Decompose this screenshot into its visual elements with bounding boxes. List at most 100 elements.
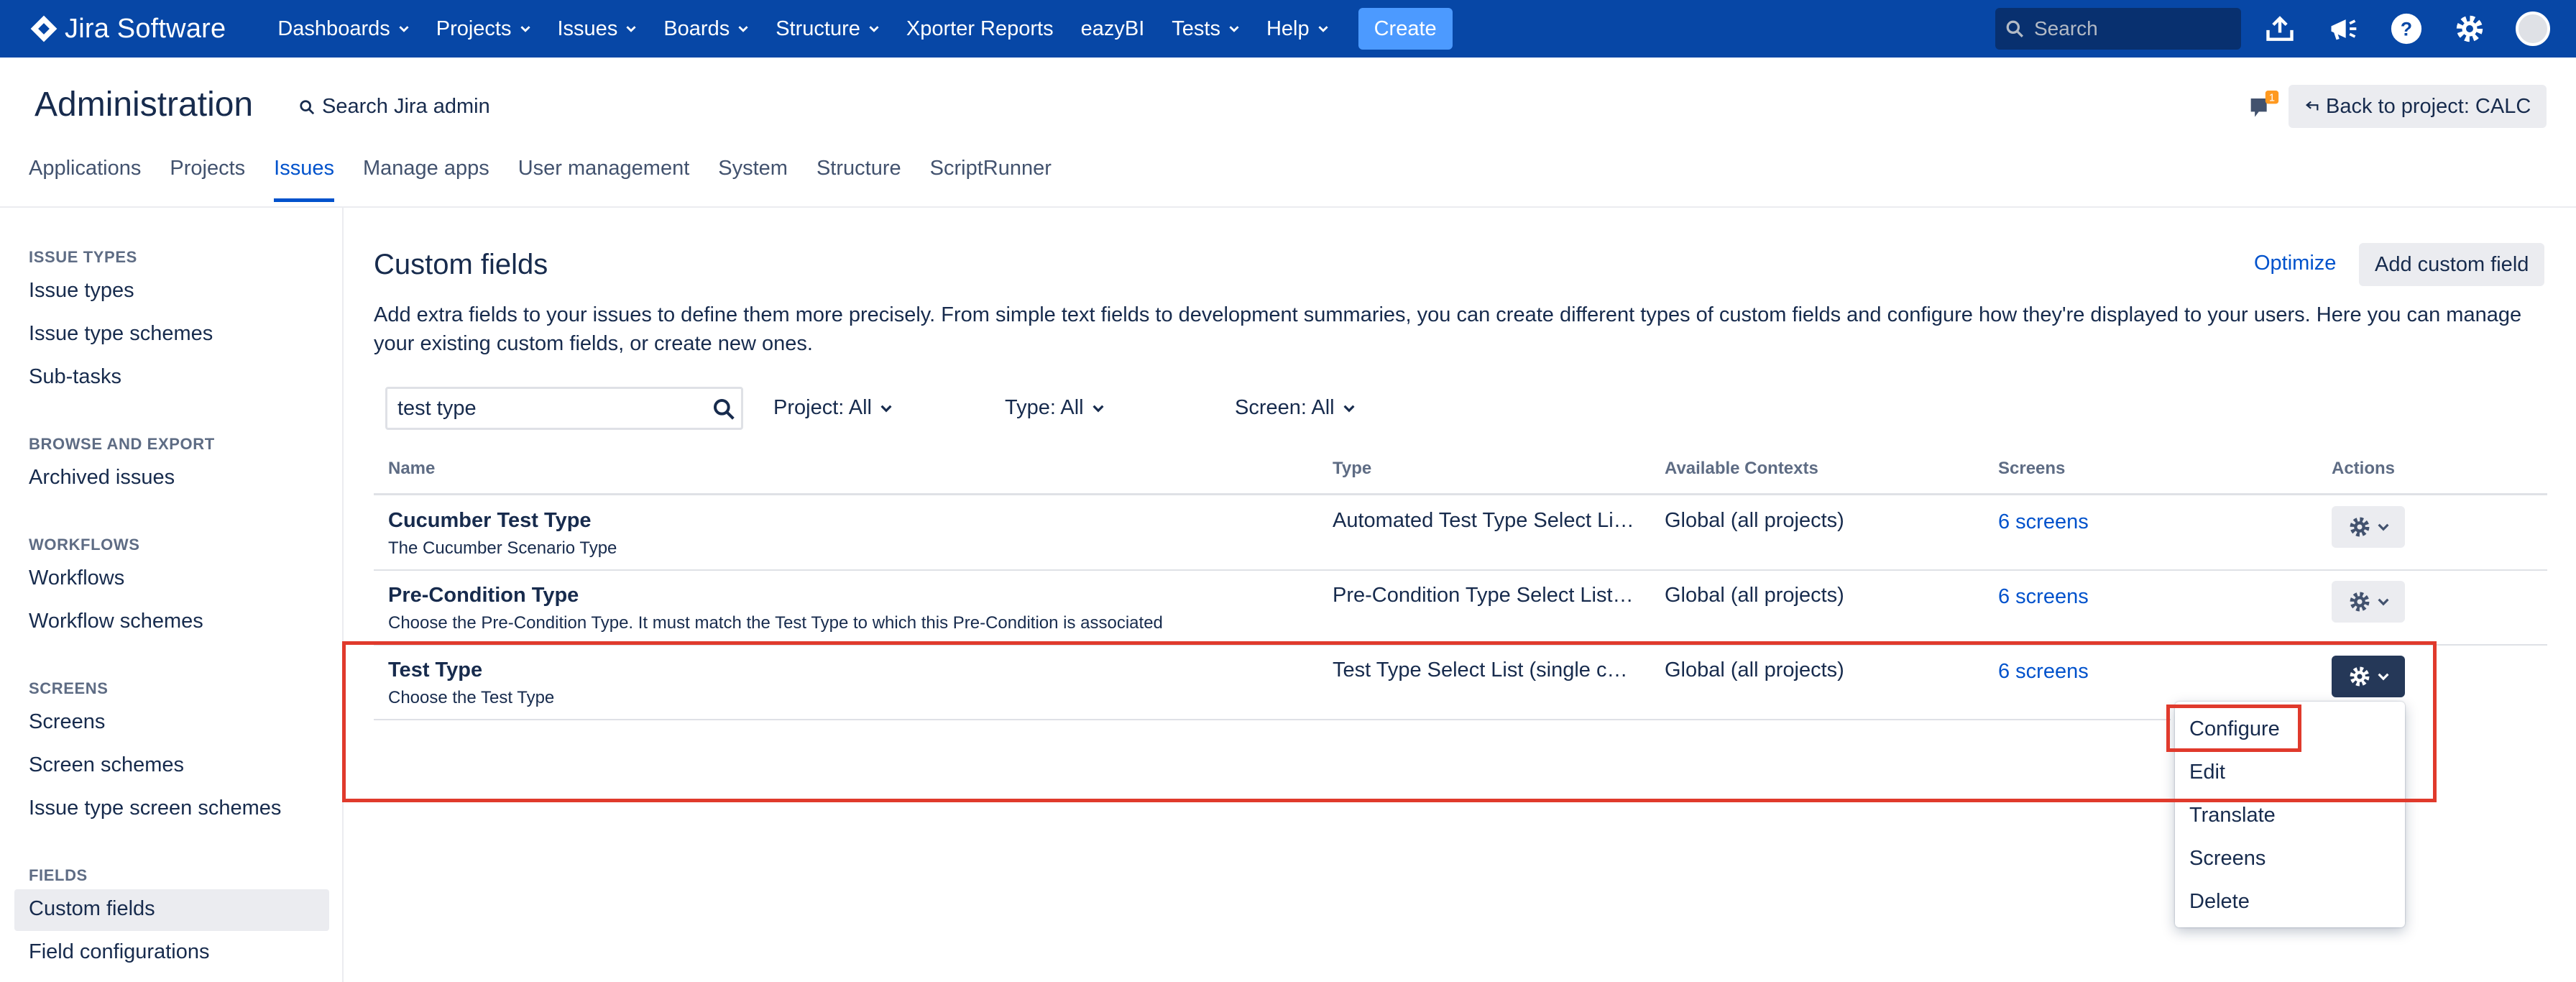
sidebar-item-field-configurations[interactable]: Field configurations	[29, 940, 209, 964]
tab-issues[interactable]: Issues	[274, 157, 334, 207]
search-icon	[2006, 20, 2023, 37]
column-header-actions: Actions	[2332, 459, 2396, 478]
tab-structure[interactable]: Structure	[816, 157, 901, 207]
tab-manage-apps[interactable]: Manage apps	[363, 157, 489, 207]
sidebar-item-sub-tasks[interactable]: Sub-tasks	[29, 365, 121, 389]
nav-structure[interactable]: Structure	[776, 0, 879, 58]
chevron-down-icon	[1092, 405, 1104, 412]
table-row-type: Automated Test Type Select Li…	[1333, 509, 1634, 532]
main-nav: Dashboards Projects Issues Boards Struct…	[277, 0, 1453, 58]
table-row-screens-link[interactable]: 6 screens	[1998, 510, 2089, 534]
table-row-divider	[374, 569, 2547, 571]
notification-icon[interactable]: 1	[2248, 91, 2280, 122]
sidebar-item-issue-type-screen-schemes[interactable]: Issue type screen schemes	[29, 797, 281, 820]
chevron-down-icon	[2378, 523, 2389, 531]
global-search-input[interactable]: Search	[1995, 8, 2241, 50]
nav-label: Issues	[557, 17, 618, 40]
menu-item-translate[interactable]: Translate	[2189, 804, 2276, 827]
nav-eazybi[interactable]: eazyBI	[1081, 0, 1145, 58]
create-button[interactable]: Create	[1358, 8, 1453, 50]
tab-system[interactable]: System	[718, 157, 788, 207]
menu-item-delete[interactable]: Delete	[2189, 890, 2250, 914]
avatar[interactable]	[2516, 12, 2550, 46]
sidebar-item-issue-types[interactable]: Issue types	[29, 279, 134, 303]
nav-label: Dashboards	[277, 17, 390, 40]
field-filter-input[interactable]: test type	[385, 387, 743, 430]
top-navigation-bar: Jira Software Dashboards Projects Issues…	[0, 0, 2576, 58]
gear-icon	[2350, 517, 2370, 537]
tab-projects[interactable]: Projects	[170, 157, 245, 207]
sidebar-item-custom-fields[interactable]: Custom fields	[29, 897, 155, 921]
table-row-name: Cucumber Test Type	[388, 509, 592, 532]
nav-help[interactable]: Help	[1266, 0, 1328, 58]
project-filter-dropdown[interactable]: Project: All	[773, 396, 892, 420]
menu-item-screens[interactable]: Screens	[2189, 847, 2266, 871]
table-header-divider	[374, 493, 2547, 495]
tab-user-management[interactable]: User management	[518, 157, 690, 207]
nav-boards[interactable]: Boards	[663, 0, 748, 58]
row-actions-button[interactable]	[2332, 581, 2405, 623]
nav-projects[interactable]: Projects	[436, 0, 530, 58]
tab-scriptrunner[interactable]: ScriptRunner	[930, 157, 1052, 207]
sidebar-item-archived-issues[interactable]: Archived issues	[29, 466, 175, 490]
nav-xporter-reports[interactable]: Xporter Reports	[906, 0, 1054, 58]
table-row-type: Pre-Condition Type Select List…	[1333, 584, 1634, 607]
nav-label: Projects	[436, 17, 512, 40]
back-to-project-button[interactable]: Back to project: CALC	[2288, 85, 2547, 128]
search-icon[interactable]	[712, 398, 735, 421]
nav-issues[interactable]: Issues	[558, 0, 637, 58]
column-header-name: Name	[388, 459, 436, 478]
back-to-project-label: Back to project: CALC	[2326, 94, 2531, 118]
sidebar-item-workflows[interactable]: Workflows	[29, 566, 124, 590]
chevron-down-icon	[880, 405, 892, 412]
gear-icon[interactable]	[2452, 12, 2487, 46]
type-filter-label: Type: All	[1005, 396, 1084, 419]
page-title: Administration	[34, 86, 254, 124]
tab-applications[interactable]: Applications	[29, 157, 141, 207]
table-row-contexts: Global (all projects)	[1665, 584, 1844, 607]
chevron-down-icon	[1229, 26, 1239, 32]
gear-icon	[2350, 592, 2370, 612]
field-filter-value: test type	[397, 396, 477, 420]
upload-icon[interactable]	[2263, 12, 2297, 46]
jira-logo-icon	[30, 15, 58, 42]
jira-logo[interactable]: Jira Software	[29, 0, 226, 58]
add-custom-field-button[interactable]: Add custom field	[2359, 243, 2545, 286]
nav-label: Boards	[663, 17, 730, 40]
sidebar-item-screen-schemes[interactable]: Screen schemes	[29, 753, 184, 777]
search-jira-admin[interactable]: Search Jira admin	[299, 95, 490, 119]
nav-label: Xporter Reports	[906, 17, 1054, 40]
table-row-screens-link[interactable]: 6 screens	[1998, 585, 2089, 609]
screen-filter-dropdown[interactable]: Screen: All	[1235, 396, 1355, 420]
table-row-name: Pre-Condition Type	[388, 584, 579, 607]
admin-tabs: Applications Projects Issues Manage apps…	[29, 157, 1080, 207]
sidebar-heading-issue-types: ISSUE TYPES	[29, 248, 137, 266]
optimize-link[interactable]: Optimize	[2254, 252, 2336, 275]
sidebar-heading-screens: SCREENS	[29, 679, 109, 697]
table-row-contexts: Global (all projects)	[1665, 509, 1844, 532]
sidebar-item-workflow-schemes[interactable]: Workflow schemes	[29, 610, 203, 633]
svg-text:?: ?	[2401, 19, 2412, 40]
type-filter-dropdown[interactable]: Type: All	[1005, 396, 1104, 420]
help-icon[interactable]: ?	[2389, 12, 2424, 46]
sidebar-heading-fields: FIELDS	[29, 866, 88, 884]
nav-dashboards[interactable]: Dashboards	[277, 0, 409, 58]
chevron-down-icon	[1318, 26, 1328, 32]
nav-label: Tests	[1172, 17, 1220, 40]
column-header-screens: Screens	[1998, 459, 2066, 478]
sidebar-heading-browse-export: BROWSE AND EXPORT	[29, 435, 215, 453]
chevron-down-icon	[2378, 598, 2389, 606]
sidebar-item-screens[interactable]: Screens	[29, 710, 105, 734]
megaphone-icon[interactable]	[2326, 12, 2360, 46]
chevron-down-icon	[738, 26, 748, 32]
nav-tests[interactable]: Tests	[1172, 0, 1239, 58]
project-filter-label: Project: All	[773, 396, 872, 419]
search-jira-admin-label: Search Jira admin	[322, 95, 490, 118]
column-header-type: Type	[1333, 459, 1372, 478]
section-title: Custom fields	[374, 249, 548, 280]
sidebar-item-issue-type-schemes[interactable]: Issue type schemes	[29, 322, 213, 346]
highlight-test-type-row	[342, 641, 2437, 802]
row-actions-button[interactable]	[2332, 506, 2405, 548]
notification-count: 1	[2269, 93, 2275, 104]
sidebar-heading-workflows: WORKFLOWS	[29, 536, 140, 554]
